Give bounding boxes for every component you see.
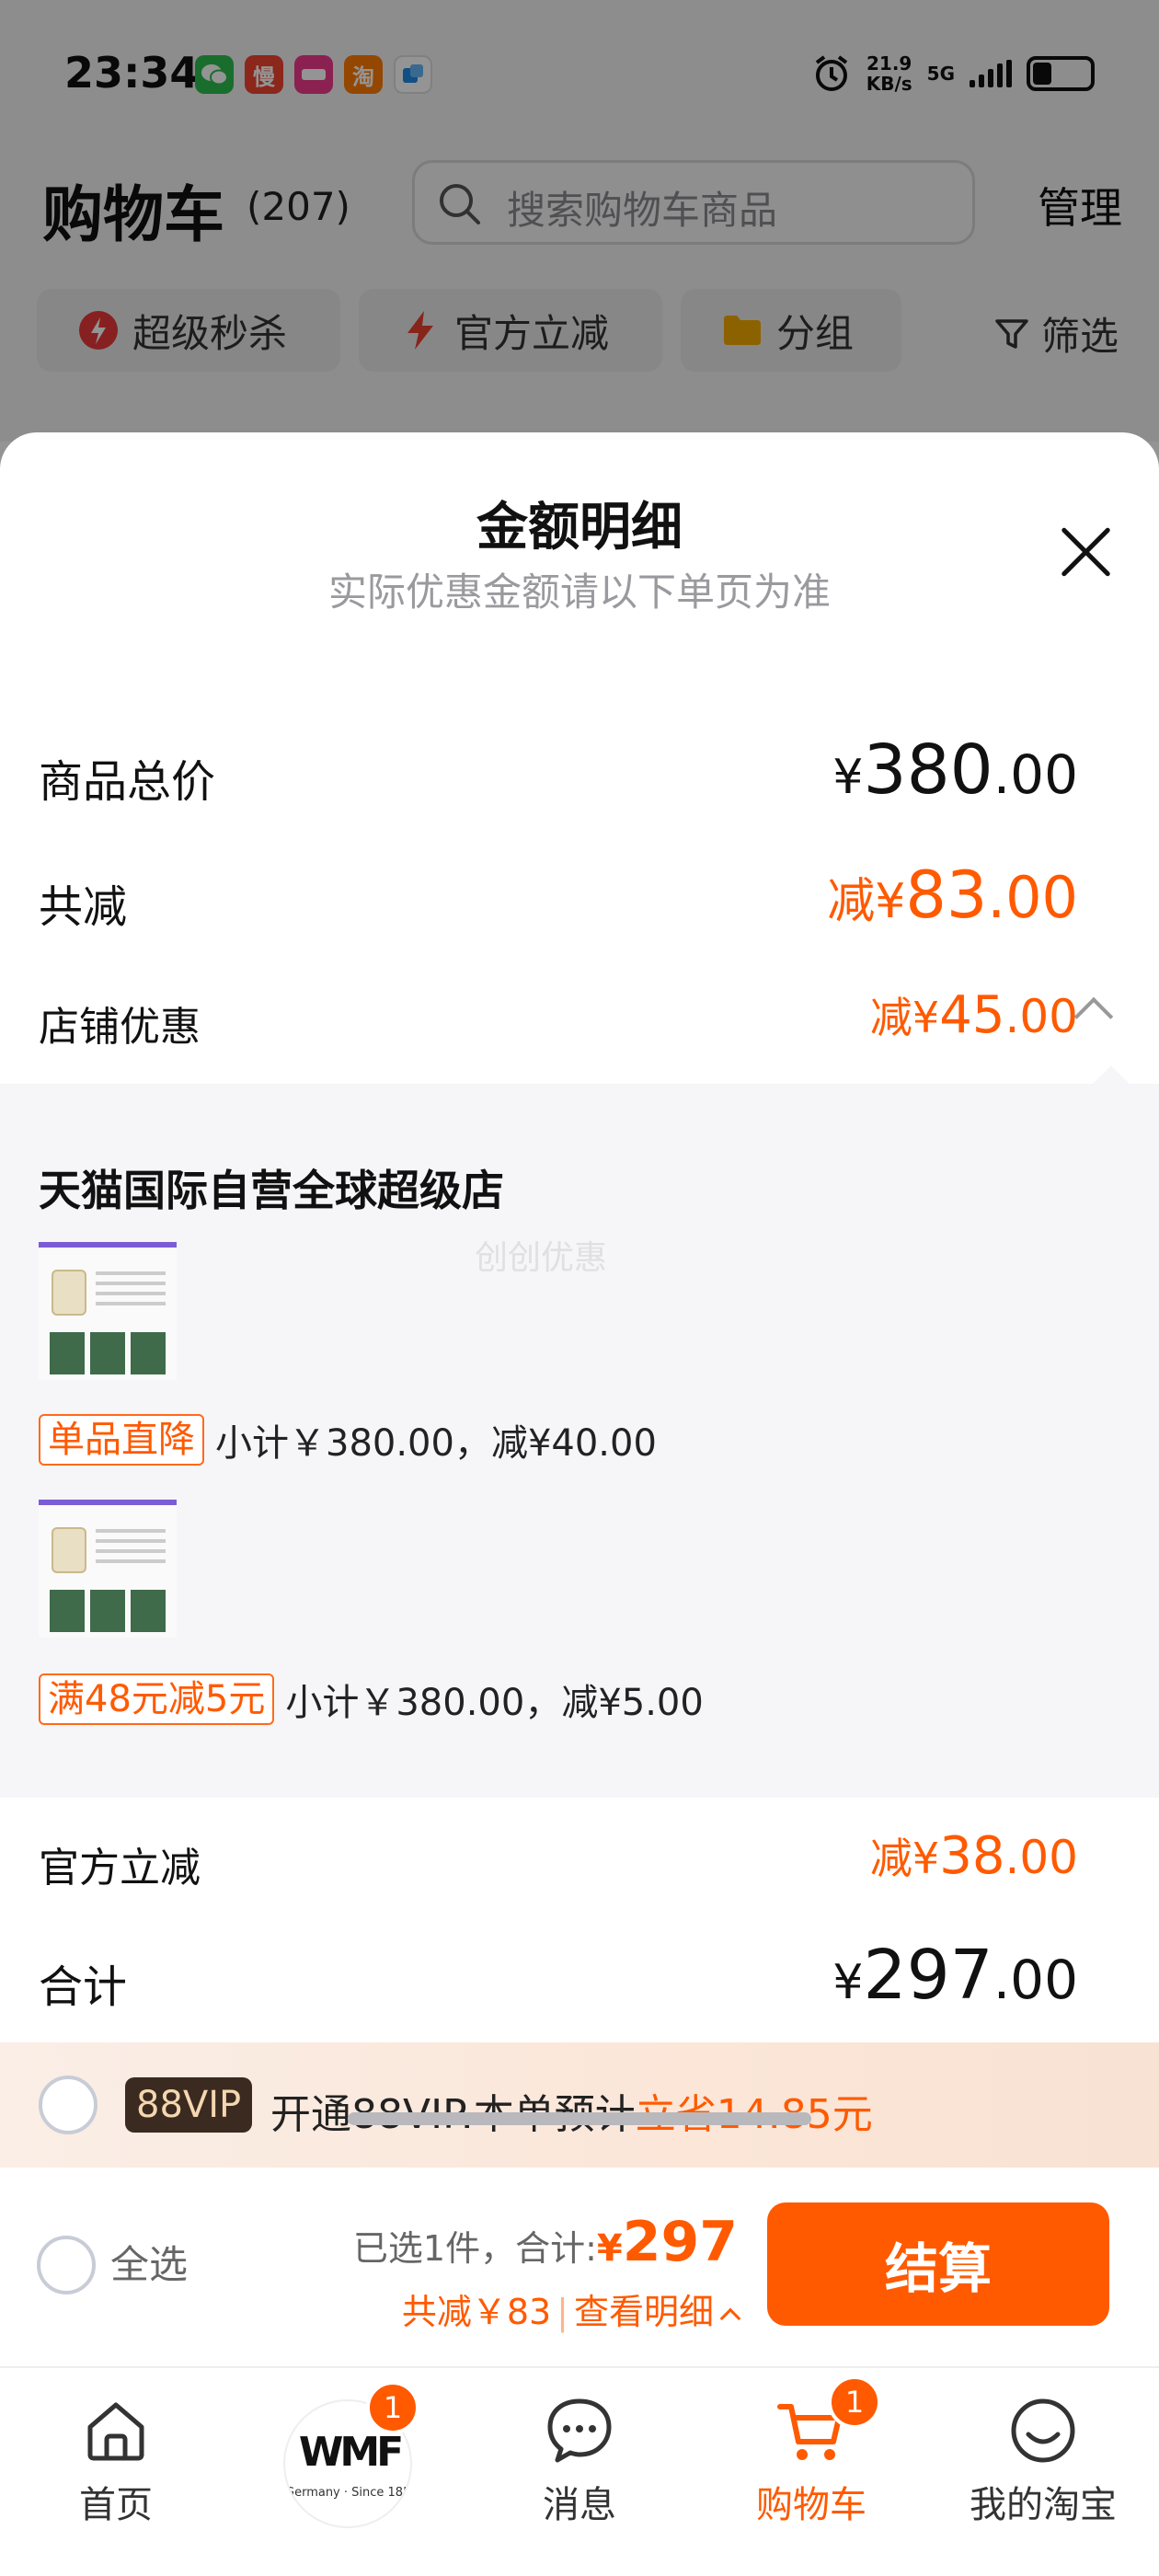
reduce-int: 83 — [905, 857, 988, 933]
official-dec: .00 — [1004, 1831, 1078, 1884]
sum-row: 合计 ¥297.00 — [39, 1936, 1078, 2033]
total-reduction-value: 减¥83.00 — [827, 857, 1078, 933]
vip-text: 开通88VIP.本单预计立省14.85元 — [270, 2081, 873, 2140]
vip-promo-bar[interactable]: 88VIP 开通88VIP.本单预计立省14.85元 — [0, 2042, 1159, 2168]
official-int: 38 — [939, 1826, 1005, 1886]
message-icon — [547, 2398, 612, 2463]
brand-badge: 1 — [366, 2381, 419, 2434]
select-all-radio[interactable] — [37, 2236, 96, 2294]
official-prefix: 减¥ — [869, 1834, 940, 1883]
store-discount-dec: .00 — [1004, 990, 1078, 1043]
vip-badge: 88VIP — [125, 2077, 253, 2133]
total-dec: .00 — [993, 743, 1078, 806]
item-promo-line: 单品直降 小计￥380.00，减¥40.00 — [39, 1413, 657, 1466]
brand-logo: WMF — [298, 2429, 404, 2476]
sum-yen: ¥ — [832, 1955, 864, 2010]
chevron-up-icon[interactable] — [1073, 996, 1114, 1037]
official-discount-label: 官方立减 — [39, 1845, 201, 1892]
store-discount-label: 店铺优惠 — [39, 1004, 201, 1051]
sum-dec: .00 — [993, 1949, 1078, 2011]
store-discount-detail: 天猫国际自营全球超级店 创创优惠 单品直降 小计￥380.00，减¥40.00 … — [0, 1065, 1159, 1798]
promo-tag: 满48元减5元 — [39, 1673, 275, 1725]
perfume-bottle — [52, 1270, 86, 1316]
checkout-bar: 全选 已选1件，合计:¥297 共减￥83 | 查看明细 结算 — [0, 2168, 1159, 2366]
tab-my-taobao[interactable]: 我的淘宝 — [927, 2368, 1159, 2576]
store-discount-prefix: 减¥ — [869, 993, 940, 1042]
official-discount-row: 官方立减 减¥38.00 — [39, 1825, 1078, 1908]
tab-label: 我的淘宝 — [970, 2484, 1117, 2526]
official-discount-value: 减¥38.00 — [870, 1825, 1078, 1886]
chevron-up-icon — [719, 2307, 741, 2329]
bottom-tab-bar: 首页 WMF Germany · Since 1853 1 消息 1 购物车 我… — [0, 2366, 1159, 2576]
tab-label: 首页 — [79, 2484, 153, 2526]
checkout-button[interactable]: 结算 — [767, 2202, 1109, 2326]
amount-detail-sheet: 金额明细 实际优惠金额请以下单页为准 商品总价 ¥380.00 共减 减¥83.… — [0, 432, 1159, 2576]
total-yen: ¥ — [832, 750, 864, 805]
store-discount-row[interactable]: 店铺优惠 减¥45.00 — [39, 984, 1114, 1067]
watermark: 创创优惠 — [475, 1239, 608, 1277]
promo-tag: 单品直降 — [39, 1414, 204, 1466]
sheet-subtitle: 实际优惠金额请以下单页为准 — [327, 569, 831, 615]
promo-subtotal: 小计￥380.00，减¥40.00 — [215, 1422, 657, 1465]
product-thumbnail[interactable] — [39, 1242, 177, 1380]
notch — [1093, 1065, 1130, 1102]
total-reduction-row: 共减 减¥83.00 — [39, 857, 1078, 953]
tab-messages[interactable]: 消息 — [464, 2368, 695, 2576]
total-price-label: 商品总价 — [39, 756, 216, 808]
reduce-prefix: 减¥ — [827, 874, 906, 929]
product-thumbnail[interactable] — [39, 1500, 177, 1638]
total-reduction-label: 共减 — [39, 881, 128, 933]
brand-tagline: Germany · Since 1853 — [285, 2486, 412, 2500]
selected-summary: 已选1件，合计:¥297 — [353, 2210, 738, 2274]
select-all-label[interactable]: 全选 — [110, 2234, 188, 2290]
reduce-dec: .00 — [987, 864, 1078, 931]
checkout-price: 297 — [622, 2210, 738, 2274]
sheet-title: 金额明细 — [476, 498, 683, 558]
selected-text: 已选1件，合计: — [352, 2228, 597, 2269]
reduction-text: 共减￥83 — [401, 2292, 552, 2332]
store-discount-value: 减¥45.00 — [870, 984, 1078, 1045]
cart-badge: 1 — [828, 2375, 881, 2429]
checkout-yen: ¥ — [596, 2227, 623, 2270]
tab-cart[interactable]: 1 购物车 — [695, 2368, 927, 2576]
total-price-row: 商品总价 ¥380.00 — [39, 730, 1078, 828]
promo-subtotal: 小计￥380.00，减¥5.00 — [285, 1682, 704, 1724]
tab-label: 消息 — [543, 2484, 616, 2526]
smiley-icon — [1011, 2398, 1075, 2463]
total-price-value: ¥380.00 — [832, 730, 1078, 810]
total-int: 380 — [863, 730, 993, 810]
tab-home[interactable]: 首页 — [0, 2368, 232, 2576]
store-name: 天猫国际自营全球超级店 — [39, 1166, 504, 1215]
sum-label: 合计 — [39, 1961, 128, 2013]
vip-radio[interactable] — [39, 2076, 98, 2134]
sum-value: ¥297.00 — [832, 1936, 1078, 2015]
home-icon — [87, 2402, 144, 2461]
perfume-bottle — [52, 1527, 86, 1573]
close-icon[interactable] — [1058, 524, 1113, 580]
tab-brand[interactable]: WMF Germany · Since 1853 1 — [232, 2368, 464, 2576]
item-promo-line: 满48元减5元 小计￥380.00，减¥5.00 — [39, 1673, 704, 1726]
sum-int: 297 — [863, 1936, 993, 2015]
tab-label: 购物车 — [756, 2484, 866, 2526]
store-discount-int: 45 — [939, 985, 1005, 1045]
reduction-summary[interactable]: 共减￥83 | 查看明细 — [401, 2283, 741, 2334]
view-detail-link[interactable]: 查看明细 — [574, 2292, 714, 2332]
home-indicator[interactable] — [348, 2112, 811, 2125]
